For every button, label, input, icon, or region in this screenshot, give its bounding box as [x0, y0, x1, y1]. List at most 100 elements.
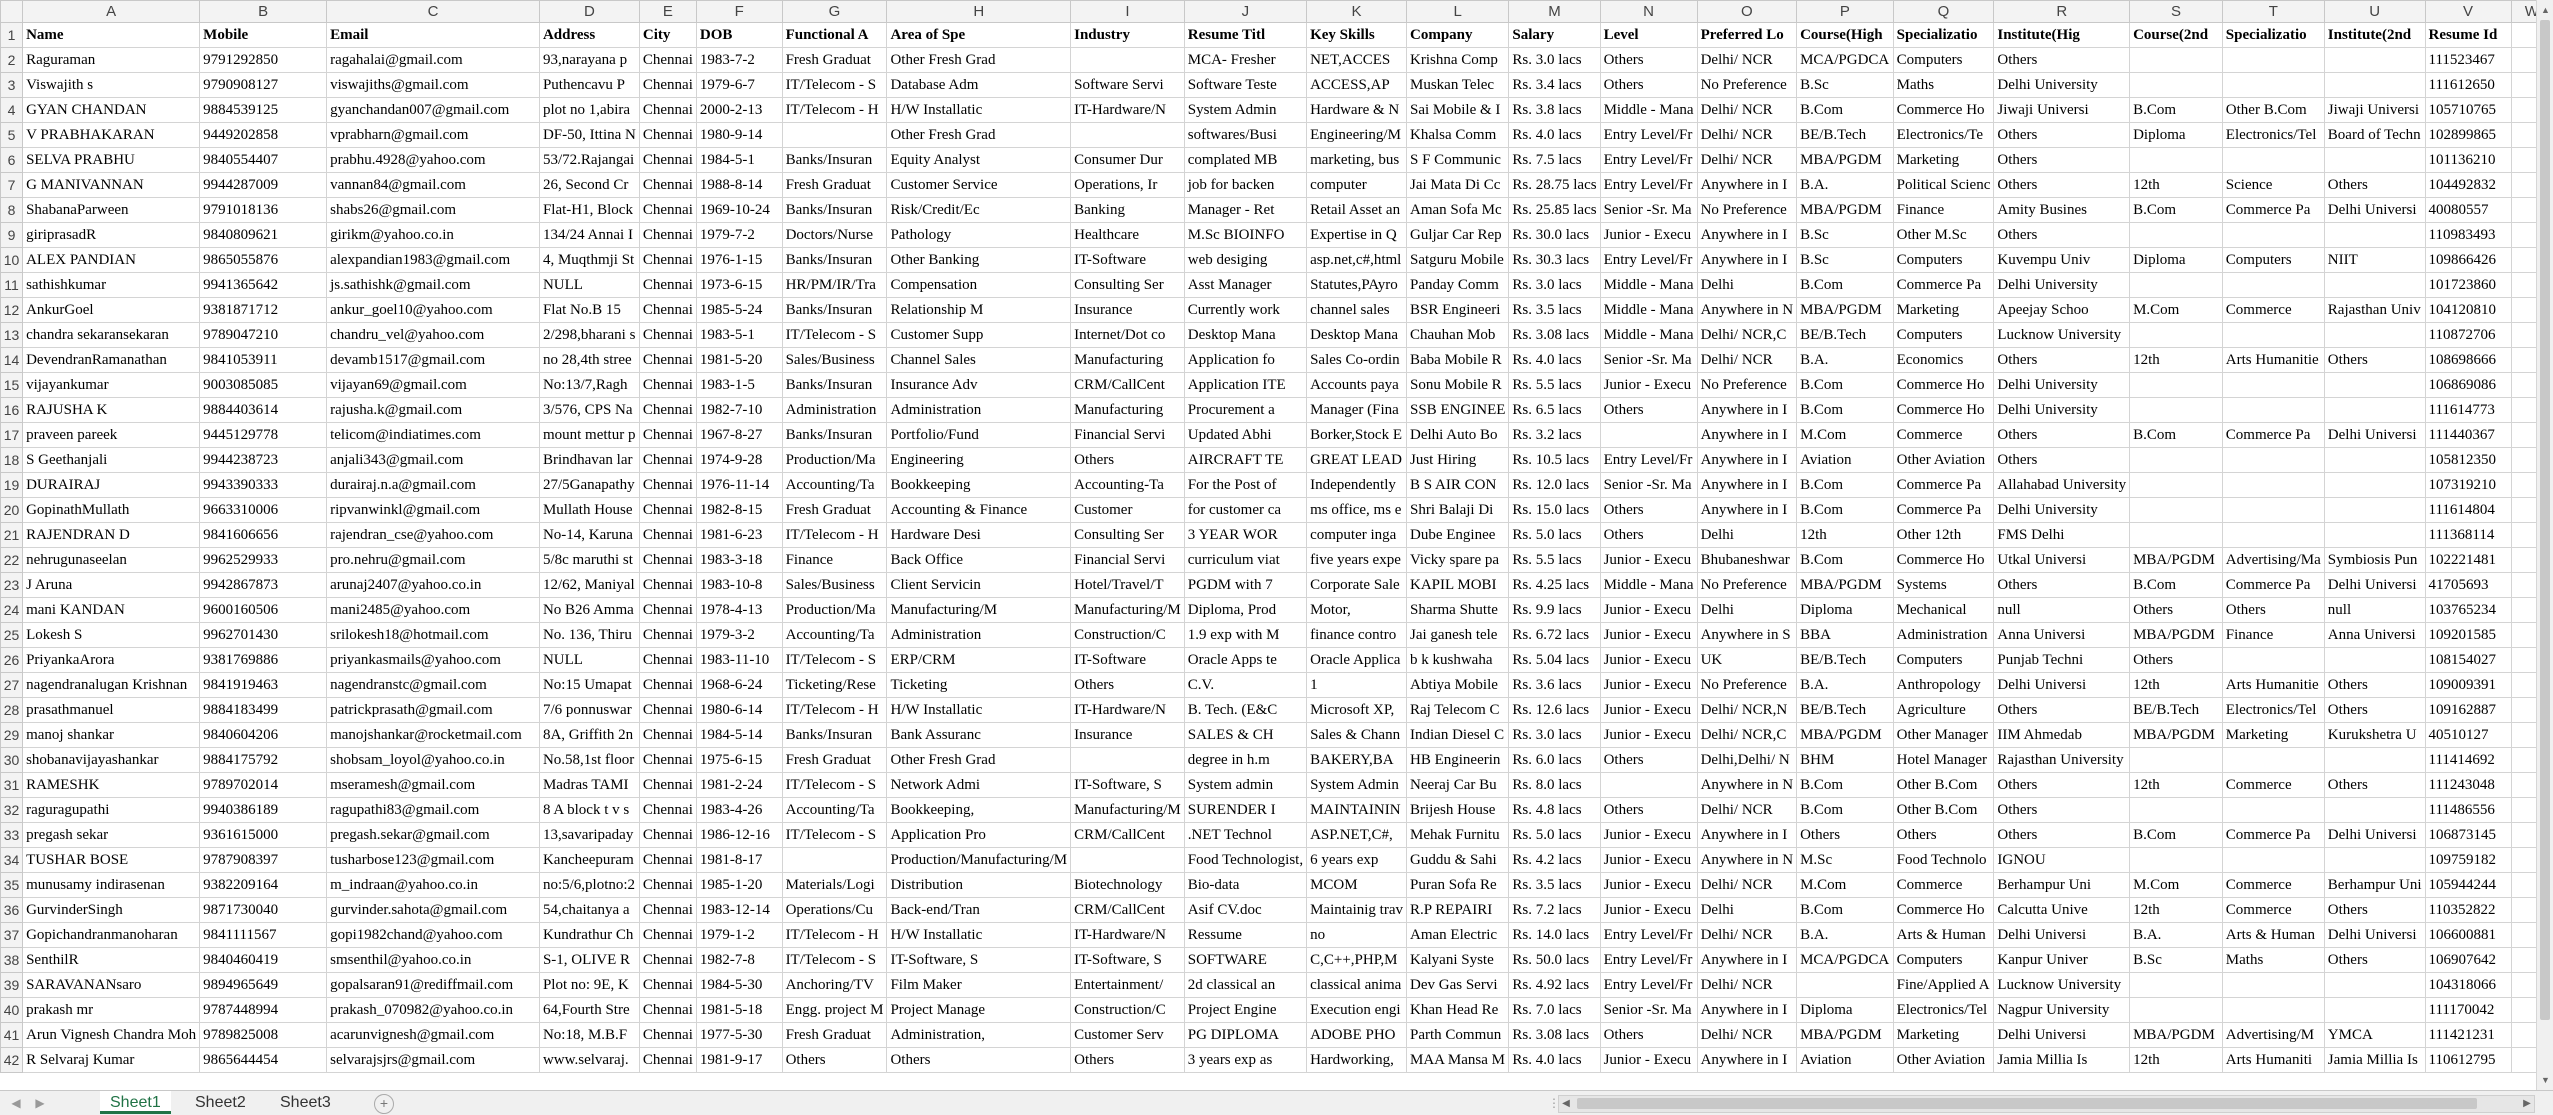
cell[interactable] [2129, 47, 2223, 73]
cell[interactable]: IT/Telecom - S [781, 647, 888, 673]
cell[interactable]: Chennai [638, 247, 697, 273]
cell[interactable]: MCA- Fresher [1183, 47, 1308, 73]
cell[interactable]: 4, Muqthmji St [538, 247, 640, 273]
cell[interactable]: Lucknow University [1993, 972, 2131, 998]
cell[interactable]: 9841919463 [199, 672, 328, 698]
cell[interactable]: GYAN CHANDAN [22, 97, 201, 123]
row-number[interactable]: 33 [0, 822, 24, 848]
cell[interactable]: Arts Humaniti [2221, 1047, 2325, 1073]
cell[interactable]: 1985-5-24 [695, 297, 783, 323]
cell[interactable] [2221, 47, 2325, 73]
cell[interactable] [2323, 222, 2426, 248]
column-header-m[interactable]: M [1508, 0, 1601, 23]
cell[interactable]: IT/Telecom - H [781, 922, 888, 948]
cell[interactable]: Manufacturing [1070, 347, 1185, 373]
cell[interactable]: No:18, M.B.F [538, 1022, 640, 1048]
cell[interactable]: 9381769886 [199, 647, 328, 673]
cell[interactable]: BE/B.Tech [1796, 122, 1894, 148]
cell[interactable]: gyanchandan007@gmail.com [326, 97, 540, 123]
cell[interactable] [2129, 322, 2223, 348]
cell[interactable]: IT/Telecom - S [781, 822, 888, 848]
cell[interactable]: 1983-11-10 [695, 647, 783, 673]
cell[interactable]: 110872706 [2424, 322, 2512, 348]
cell[interactable] [2129, 472, 2223, 498]
cell[interactable]: Others [1892, 822, 1995, 848]
cell[interactable]: Chennai [638, 747, 697, 773]
row-number[interactable]: 6 [0, 147, 24, 173]
cell[interactable]: Commerce Pa [2221, 422, 2325, 448]
cell[interactable]: Administration, [886, 1022, 1072, 1048]
cell[interactable]: 1969-10-24 [695, 197, 783, 223]
cell[interactable]: ms office, ms e [1306, 497, 1407, 523]
cell[interactable]: 1988-8-14 [695, 172, 783, 198]
cell[interactable]: Other M.Sc [1892, 222, 1995, 248]
cell[interactable]: Lokesh S [22, 622, 201, 648]
cell[interactable]: Chennai [638, 347, 697, 373]
cell[interactable]: 108698666 [2424, 347, 2512, 373]
cell[interactable]: MBA/PGDM [1796, 722, 1894, 748]
row-number[interactable]: 35 [0, 872, 24, 898]
cell[interactable]: Doctors/Nurse [781, 222, 888, 248]
cell[interactable] [1070, 847, 1185, 873]
cell[interactable]: Computers [1892, 947, 1995, 973]
cell[interactable]: PriyankaArora [22, 647, 201, 673]
cell[interactable]: softwares/Busi [1183, 122, 1308, 148]
cell[interactable]: Other Aviation [1892, 1047, 1995, 1073]
cell[interactable]: Delhi/ NCR [1696, 1022, 1798, 1048]
cell[interactable]: Others [1993, 422, 2131, 448]
cell[interactable]: B.Com [1796, 272, 1894, 298]
cell[interactable]: Desktop Mana [1306, 322, 1407, 348]
column-header-j[interactable]: J [1183, 0, 1308, 23]
cell[interactable]: Anywhere in I [1696, 497, 1798, 523]
row-number[interactable]: 11 [0, 272, 24, 298]
cell[interactable]: Others [2323, 172, 2426, 198]
cell[interactable] [2323, 997, 2426, 1023]
column-header-a[interactable]: A [22, 0, 201, 23]
cell[interactable]: degree in h.m [1183, 747, 1308, 773]
cell[interactable]: mani2485@yahoo.com [326, 597, 540, 623]
cell[interactable]: 54,chaitanya a [538, 897, 640, 923]
cell[interactable]: Anchoring/TV [781, 972, 888, 998]
cell[interactable]: 9962529933 [199, 547, 328, 573]
cell[interactable]: nagendranstc@gmail.com [326, 672, 540, 698]
cell[interactable]: System admin [1183, 772, 1308, 798]
cell[interactable] [2129, 997, 2223, 1023]
cell[interactable]: 1983-4-26 [695, 797, 783, 823]
cell[interactable]: selvarajsjrs@gmail.com [326, 1047, 540, 1073]
cell[interactable]: 1.9 exp with M [1183, 622, 1308, 648]
cell[interactable]: Anywhere in I [1696, 997, 1798, 1023]
cell[interactable]: Rs. 3.0 lacs [1508, 47, 1601, 73]
cell[interactable]: Banks/Insuran [781, 722, 888, 748]
cell[interactable]: 1981-9-17 [695, 1047, 783, 1073]
cell[interactable]: B.Com [1796, 97, 1894, 123]
cell[interactable]: Junior - Execu [1599, 222, 1698, 248]
row-number[interactable]: 27 [0, 672, 24, 698]
cell[interactable]: Finance [781, 547, 888, 573]
cell[interactable]: Customer Supp [886, 322, 1072, 348]
cell[interactable]: .NET Technol [1183, 822, 1308, 848]
cell[interactable]: vannan84@gmail.com [326, 172, 540, 198]
cell[interactable]: 40510127 [2424, 722, 2512, 748]
row-number[interactable]: 37 [0, 922, 24, 948]
cell[interactable]: B S AIR CON [1405, 472, 1510, 498]
cell[interactable]: Delhi Universi [1993, 1022, 2131, 1048]
cell[interactable]: 105944244 [2424, 872, 2512, 898]
cell[interactable]: IT/Telecom - S [781, 72, 888, 98]
cell[interactable]: Chennai [638, 272, 697, 298]
cell[interactable]: Rs. 3.6 lacs [1508, 672, 1601, 698]
cell[interactable]: MBA/PGDM [1796, 1022, 1894, 1048]
cell[interactable]: B.Com [1796, 897, 1894, 923]
cell[interactable] [2129, 147, 2223, 173]
cell[interactable]: 12th [2129, 772, 2223, 798]
cell[interactable]: Marketing [1892, 147, 1995, 173]
cell[interactable]: 9841606656 [199, 522, 328, 548]
cell[interactable]: Delhi/ NCR [1696, 47, 1798, 73]
cell[interactable]: Rs. 6.0 lacs [1508, 747, 1601, 773]
cell[interactable]: 27/5Ganapathy [538, 472, 640, 498]
cell[interactable]: Chennai [638, 297, 697, 323]
cell[interactable]: IT/Telecom - S [781, 322, 888, 348]
cell[interactable]: B.Com [2129, 197, 2223, 223]
cell[interactable]: 105710765 [2424, 97, 2512, 123]
cell[interactable]: Other Banking [886, 247, 1072, 273]
cell[interactable]: SELVA PRABHU [22, 147, 201, 173]
